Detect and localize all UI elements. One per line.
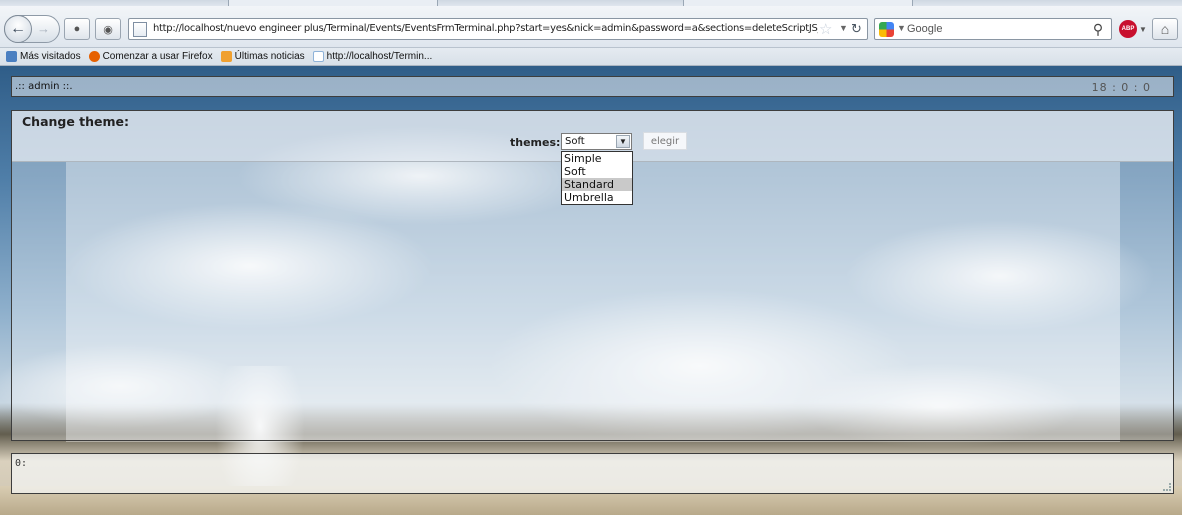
back-button[interactable]: ←	[4, 15, 32, 43]
back-forward-group: ← →	[4, 15, 60, 43]
status-text: 0:	[15, 458, 28, 469]
navigation-toolbar: ← → ● ◉ http://localhost/nuevo engineer …	[0, 6, 1182, 48]
theme-panel: Change theme: themes: Soft ▼ elegir Simp…	[11, 110, 1174, 441]
bookmark-item[interactable]: Comenzar a usar Firefox	[88, 51, 213, 62]
most-visited-icon	[6, 51, 17, 62]
bookmarks-toolbar: Más visitados Comenzar a usar Firefox Úl…	[0, 48, 1182, 66]
page-icon	[312, 51, 324, 62]
adblock-button[interactable]: ABP ▼	[1119, 18, 1147, 40]
chevron-down-icon[interactable]: ▼	[616, 135, 630, 148]
clock: 18 : 0 : 0	[1091, 81, 1151, 94]
identity-button[interactable]: ◉	[95, 18, 121, 40]
url-text[interactable]: http://localhost/nuevo engineer plus/Ter…	[153, 23, 818, 34]
page-icon	[133, 22, 147, 37]
search-bar[interactable]: ▼ Google ⚲	[874, 18, 1112, 40]
chevron-down-icon[interactable]: ▼	[897, 23, 906, 33]
eye-icon: ◉	[103, 23, 113, 36]
home-icon: ⌂	[1160, 21, 1170, 37]
search-placeholder[interactable]: Google	[907, 23, 942, 35]
themes-label: themes:	[510, 136, 561, 149]
home-button[interactable]: ⌂	[1152, 18, 1178, 40]
bookmark-label: Últimas noticias	[234, 51, 305, 62]
history-button[interactable]: ●	[64, 18, 90, 40]
forward-button[interactable]: →	[37, 21, 50, 36]
bookmark-label: Más visitados	[20, 51, 81, 62]
star-icon[interactable]: ☆	[819, 20, 832, 38]
rss-icon	[220, 51, 232, 62]
firefox-icon	[88, 51, 100, 62]
bookmark-label: http://localhost/Termin...	[326, 51, 433, 62]
reload-icon[interactable]: ↻	[851, 21, 862, 37]
chevron-down-icon[interactable]: ▼	[839, 23, 848, 33]
option-soft[interactable]: Soft	[562, 165, 632, 178]
bookmark-label: Comenzar a usar Firefox	[102, 51, 213, 62]
bookmark-item[interactable]: http://localhost/Termin...	[312, 51, 433, 62]
arrow-right-icon: →	[37, 21, 50, 36]
bookmark-item[interactable]: Últimas noticias	[220, 51, 305, 62]
elegir-button[interactable]: elegir	[643, 132, 687, 150]
user-label: .:: admin ::.	[15, 81, 73, 92]
option-standard[interactable]: Standard	[562, 178, 632, 191]
option-umbrella[interactable]: Umbrella	[562, 191, 632, 204]
user-bar: .:: admin ::. 18 : 0 : 0	[11, 76, 1174, 97]
abp-icon: ABP	[1119, 20, 1137, 38]
chevron-down-icon: ▼	[1139, 24, 1147, 34]
paw-icon: ●	[73, 23, 81, 35]
theme-dropdown: Simple Soft Standard Umbrella	[561, 151, 633, 205]
url-bar[interactable]: http://localhost/nuevo engineer plus/Ter…	[128, 18, 868, 40]
magnifier-icon[interactable]: ⚲	[1089, 20, 1107, 38]
google-icon[interactable]	[879, 22, 894, 37]
status-panel[interactable]: 0:	[11, 453, 1174, 494]
option-simple[interactable]: Simple	[562, 152, 632, 165]
arrow-left-icon: ←	[10, 20, 26, 37]
bookmark-item[interactable]: Más visitados	[6, 51, 81, 62]
theme-select[interactable]: Soft ▼	[561, 133, 632, 150]
theme-select-value: Soft	[565, 136, 585, 147]
resize-grip[interactable]	[1163, 483, 1171, 491]
page-background: .:: admin ::. 18 : 0 : 0 Change theme: t…	[0, 66, 1182, 515]
panel-title: Change theme:	[22, 114, 130, 129]
